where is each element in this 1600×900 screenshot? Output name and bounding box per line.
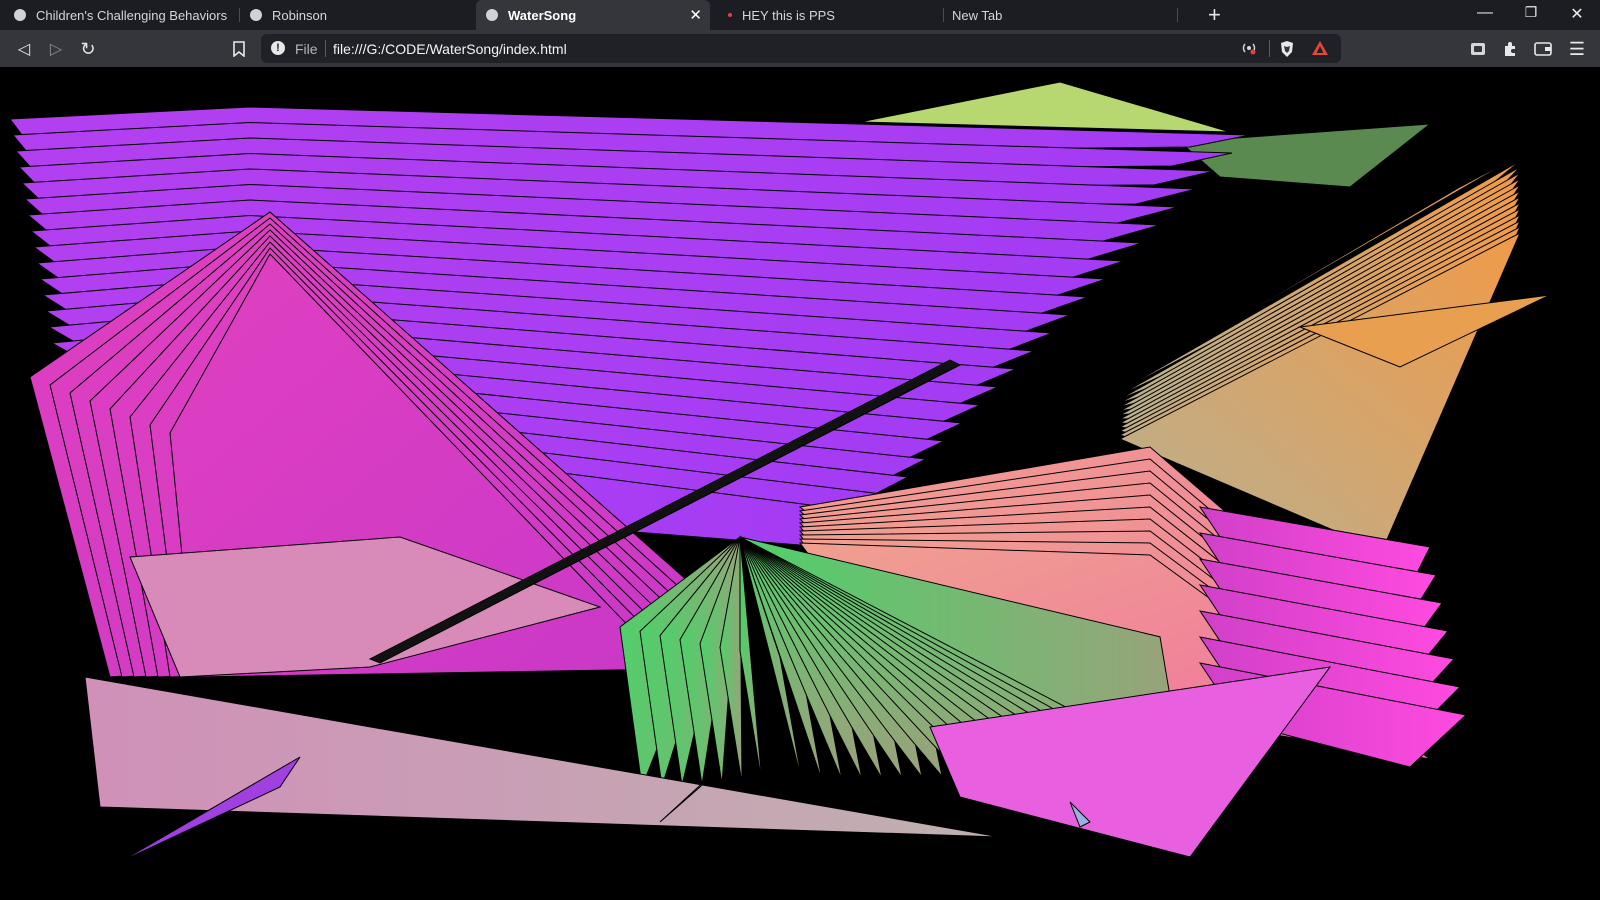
scheme-label: File bbox=[295, 41, 318, 57]
forward-arrow-icon: ▷ bbox=[49, 41, 63, 58]
menu-icon[interactable]: ☰ bbox=[1566, 38, 1588, 60]
watersong-canvas[interactable] bbox=[0, 67, 1600, 900]
tab-divider bbox=[1177, 8, 1178, 22]
address-bar[interactable]: ! File file:///G:/CODE/WaterSong/index.h… bbox=[261, 34, 1341, 63]
tab-hey-this-is-pps[interactable]: HEY this is PPS bbox=[710, 0, 944, 30]
globe-icon bbox=[250, 9, 262, 21]
tab-watersong[interactable]: WaterSong ✕ bbox=[476, 0, 710, 30]
tab-title: WaterSong bbox=[508, 7, 577, 23]
minimize-button[interactable]: — bbox=[1465, 4, 1505, 22]
tab-title: Robinson bbox=[272, 7, 327, 23]
close-tab-icon[interactable]: ✕ bbox=[689, 6, 702, 24]
broadcast-icon[interactable] bbox=[1241, 40, 1257, 56]
tab-bar: Children's Challenging Behaviors Robinso… bbox=[0, 0, 1600, 30]
brave-rewards-icon[interactable] bbox=[1311, 40, 1329, 56]
tab-title: New Tab bbox=[952, 7, 1003, 23]
forward-button[interactable]: ▷ bbox=[45, 38, 67, 60]
lime-shape bbox=[859, 81, 1231, 133]
back-button[interactable]: ◁ bbox=[13, 38, 35, 60]
reload-icon: ↻ bbox=[80, 38, 96, 59]
bookmark-icon bbox=[233, 41, 245, 57]
new-tab-button[interactable]: + bbox=[1208, 2, 1221, 28]
tab-robinson[interactable]: Robinson bbox=[240, 0, 476, 30]
brave-shield-icon[interactable] bbox=[1279, 40, 1295, 58]
address-divider bbox=[325, 40, 326, 57]
extensions-icon[interactable] bbox=[1499, 38, 1521, 60]
wallet-icon[interactable] bbox=[1532, 38, 1554, 60]
world-icon bbox=[14, 9, 26, 21]
browser-toolbar: ◁ ▷ ↻ ! File file:///G:/CODE/WaterSong/i… bbox=[0, 30, 1600, 67]
globe-icon bbox=[486, 9, 498, 21]
generative-art bbox=[9, 81, 1551, 863]
restore-button[interactable]: ❐ bbox=[1511, 4, 1551, 21]
tab-new-tab[interactable]: New Tab bbox=[944, 0, 1178, 30]
address-divider bbox=[1269, 40, 1270, 57]
red-dot-icon bbox=[728, 13, 732, 17]
url-text[interactable]: file:///G:/CODE/WaterSong/index.html bbox=[333, 41, 567, 57]
info-icon[interactable]: ! bbox=[271, 41, 285, 55]
sidebar-icon[interactable] bbox=[1467, 38, 1489, 60]
close-window-button[interactable]: ✕ bbox=[1557, 4, 1597, 24]
tab-title: HEY this is PPS bbox=[742, 7, 835, 23]
reload-button[interactable]: ↻ bbox=[77, 38, 99, 60]
tab-childrens-challenging-behaviors[interactable]: Children's Challenging Behaviors bbox=[0, 0, 240, 30]
bookmark-button[interactable] bbox=[228, 38, 250, 60]
tab-title: Children's Challenging Behaviors bbox=[36, 7, 228, 23]
back-arrow-icon: ◁ bbox=[17, 41, 31, 58]
